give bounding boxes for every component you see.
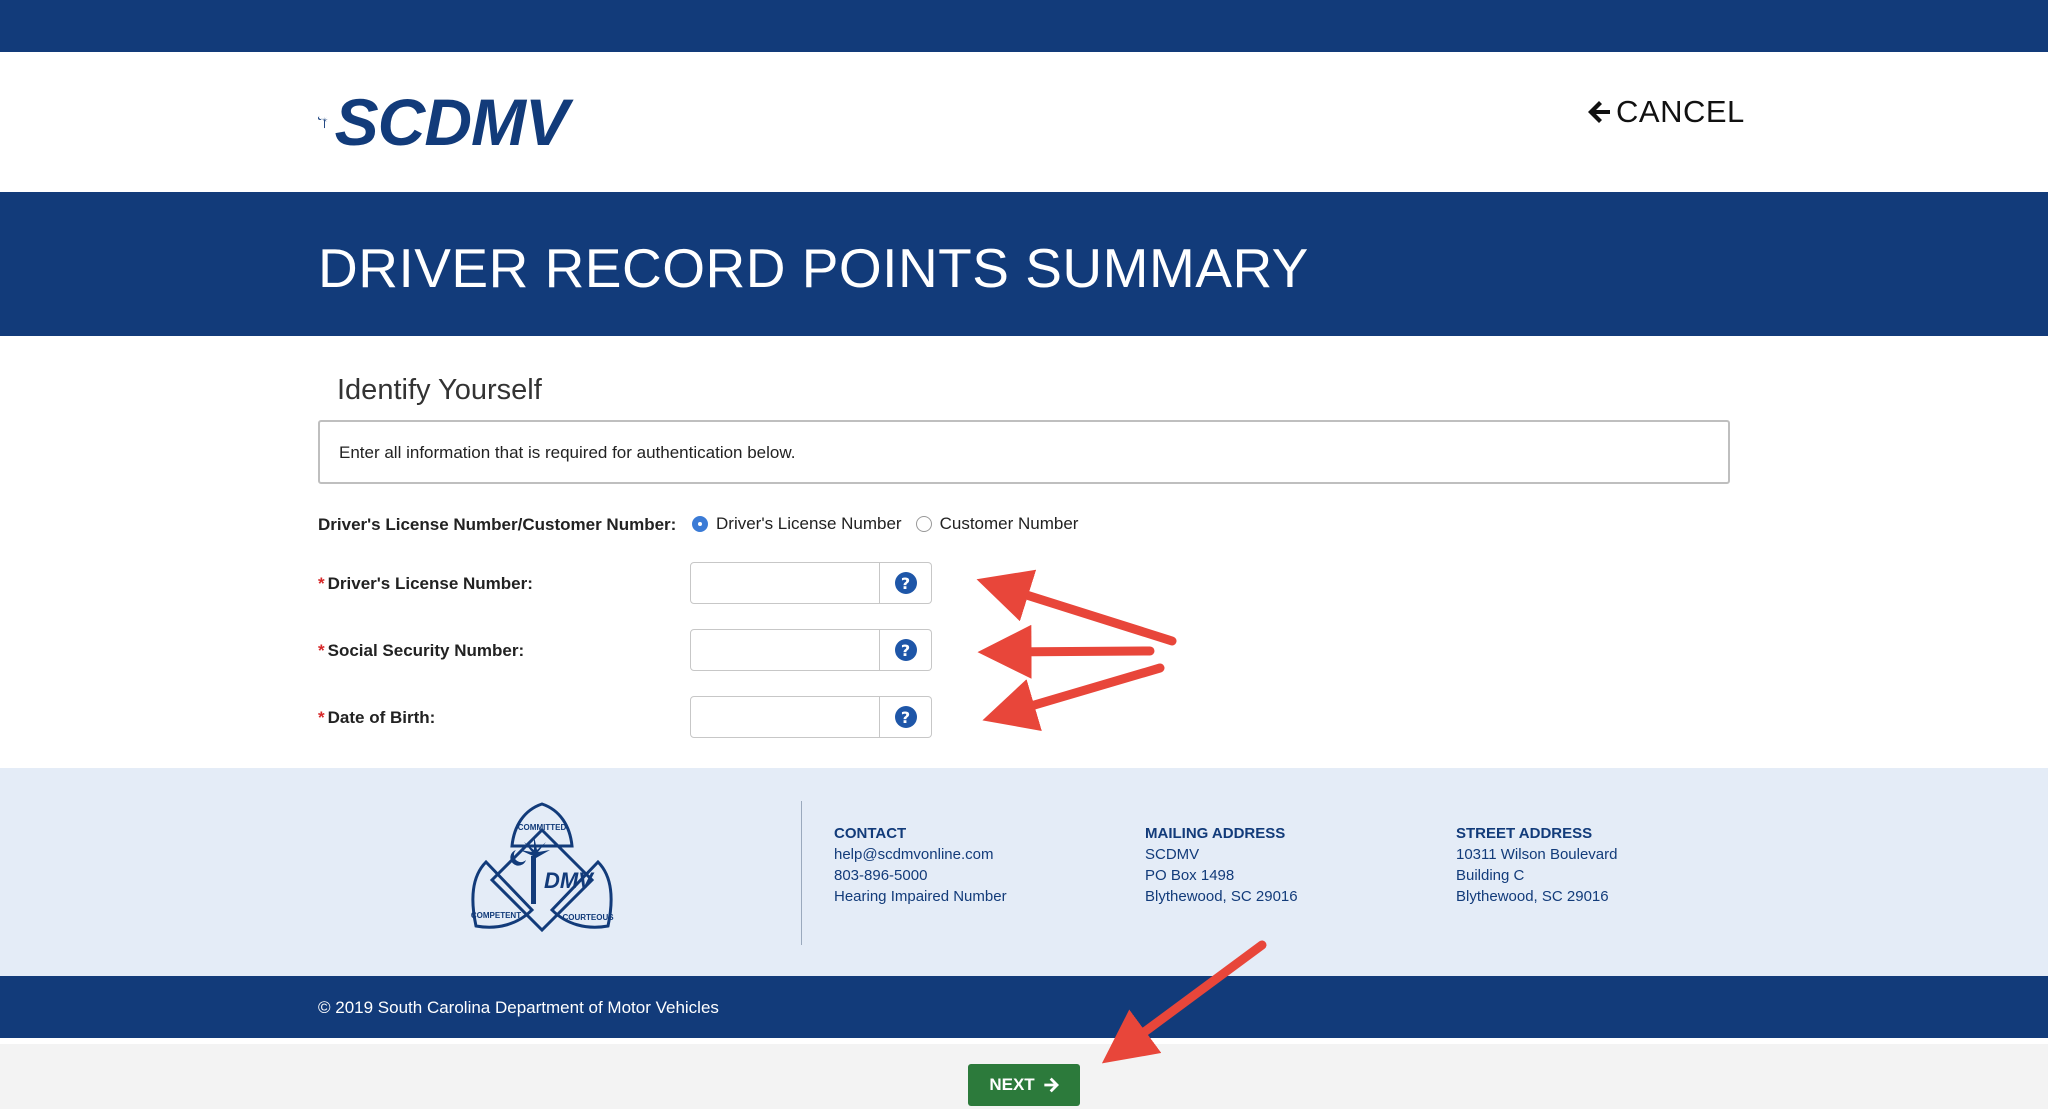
action-bar: NEXT <box>0 1038 2048 1109</box>
footer-divider <box>801 801 802 945</box>
street-line-2: Building C <box>1456 867 1525 884</box>
dob-help-button[interactable]: ? <box>880 696 932 738</box>
ssn-label: * Social Security Number: <box>318 641 524 661</box>
mailing-line-3: Blythewood, SC 29016 <box>1145 888 1298 905</box>
id-type-radio-group: Driver's License Number Customer Number <box>692 514 1092 534</box>
dob-label: * Date of Birth: <box>318 708 435 728</box>
street-line-3: Blythewood, SC 29016 <box>1456 888 1609 905</box>
required-marker: * <box>318 708 325 727</box>
ssn-help-button[interactable]: ? <box>880 629 932 671</box>
seal-top-text: COMMITTED <box>518 823 567 832</box>
required-marker: * <box>318 574 325 593</box>
seal-center-text: DMV <box>544 868 595 893</box>
drivers-license-input[interactable] <box>690 562 880 604</box>
contact-hearing-impaired[interactable]: Hearing Impaired Number <box>834 886 1007 907</box>
drivers-license-field: ? <box>690 562 932 604</box>
seal-right-text: COURTEOUS <box>562 913 614 922</box>
footer-mailing-address: MAILING ADDRESS SCDMV PO Box 1498 Blythe… <box>1145 823 1298 907</box>
mailing-line-1: SCDMV <box>1145 846 1200 863</box>
cancel-button[interactable]: CANCEL <box>1588 92 1745 132</box>
arrow-left-icon <box>1588 101 1610 123</box>
drivers-license-label-text: Driver's License Number: <box>327 574 533 593</box>
ssn-input[interactable] <box>690 629 880 671</box>
page-banner: DRIVER RECORD POINTS SUMMARY <box>0 192 2048 336</box>
site-footer: DMV COMMITTED COMPETENT COURTEOUS CONTAC… <box>0 768 2048 976</box>
seal-left-text: COMPETENT <box>471 911 521 920</box>
street-line-1: 10311 Wilson Boulevard <box>1456 846 1618 863</box>
dob-label-text: Date of Birth: <box>327 708 436 727</box>
scdmv-logo[interactable]: SCDMV <box>318 84 569 160</box>
dmv-seal-logo: DMV COMMITTED COMPETENT COURTEOUS <box>471 802 614 933</box>
radio-customer-number-label[interactable]: Customer Number <box>940 514 1079 534</box>
radio-customer-number[interactable] <box>915 516 932 532</box>
copyright-text: © 2019 South Carolina Department of Moto… <box>318 998 719 1017</box>
page-title: DRIVER RECORD POINTS SUMMARY <box>318 237 1309 299</box>
ssn-field: ? <box>690 629 932 671</box>
identify-form: Identify Yourself Enter all information … <box>0 336 2048 768</box>
arrow-right-icon <box>1044 1077 1059 1093</box>
copyright-bar: © 2019 South Carolina Department of Moto… <box>0 976 2048 1038</box>
contact-email[interactable]: help@scdmvonline.com <box>834 844 1007 865</box>
contact-heading: CONTACT <box>834 825 907 842</box>
site-header: SCDMV CANCEL <box>0 52 2048 192</box>
info-text: Enter all information that is required f… <box>339 443 796 462</box>
radio-drivers-license-label[interactable]: Driver's License Number <box>716 514 902 534</box>
next-button[interactable]: NEXT <box>968 1064 1080 1106</box>
id-type-label: Driver's License Number/Customer Number: <box>318 515 677 534</box>
dob-input[interactable] <box>690 696 880 738</box>
help-icon: ? <box>894 639 917 661</box>
required-marker: * <box>318 641 325 660</box>
footer-contact: CONTACT help@scdmvonline.com 803-896-500… <box>834 823 1007 907</box>
mailing-line-2: PO Box 1498 <box>1145 867 1235 884</box>
dob-field: ? <box>690 696 932 738</box>
radio-drivers-license[interactable] <box>692 516 708 532</box>
top-strip <box>0 0 2048 52</box>
info-box: Enter all information that is required f… <box>318 420 1730 484</box>
help-icon: ? <box>894 572 917 594</box>
mailing-heading: MAILING ADDRESS <box>1145 825 1286 842</box>
next-label: NEXT <box>989 1075 1035 1094</box>
contact-phone[interactable]: 803-896-5000 <box>834 865 1007 886</box>
logo-wordmark: SCDMV <box>334 85 569 159</box>
ssn-label-text: Social Security Number: <box>327 641 525 660</box>
cancel-label: CANCEL <box>1616 94 1745 129</box>
drivers-license-help-button[interactable]: ? <box>880 562 932 604</box>
palmetto-moon-icon <box>318 116 328 129</box>
help-icon: ? <box>894 706 917 728</box>
street-heading: STREET ADDRESS <box>1456 825 1593 842</box>
section-title: Identify Yourself <box>337 374 542 406</box>
footer-street-address: STREET ADDRESS 10311 Wilson Boulevard Bu… <box>1456 823 1617 907</box>
drivers-license-label: * Driver's License Number: <box>318 574 533 594</box>
